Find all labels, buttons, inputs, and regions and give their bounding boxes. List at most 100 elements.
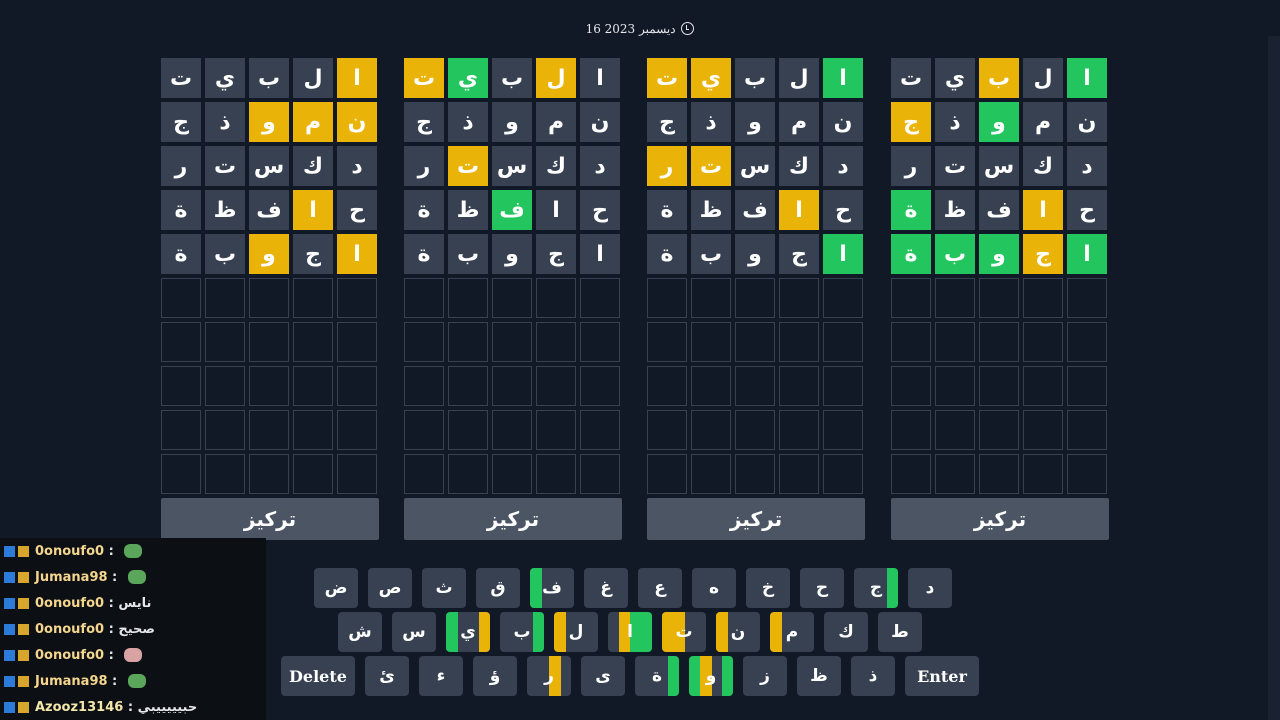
letter-key[interactable]: ا bbox=[608, 612, 652, 652]
tile: ب bbox=[492, 58, 532, 98]
focus-button[interactable]: تركيز bbox=[161, 498, 379, 540]
tile: ب bbox=[448, 234, 488, 274]
empty-tile bbox=[823, 410, 863, 450]
empty-tile bbox=[691, 454, 731, 494]
tile: ح bbox=[823, 190, 863, 230]
empty-tile bbox=[935, 454, 975, 494]
empty-tile bbox=[337, 322, 377, 362]
key-label: ز bbox=[760, 666, 770, 686]
chat-username[interactable]: Azooz13146 bbox=[35, 700, 123, 715]
letter-key[interactable]: ي bbox=[446, 612, 490, 652]
letter-key[interactable]: ح bbox=[800, 568, 844, 608]
letter-key[interactable]: ئ bbox=[365, 656, 409, 696]
tile: ة bbox=[891, 234, 931, 274]
empty-tile bbox=[492, 454, 532, 494]
tile: ا bbox=[580, 58, 620, 98]
empty-tile bbox=[647, 454, 687, 494]
letter-key[interactable]: ش bbox=[338, 612, 382, 652]
letter-key[interactable]: ق bbox=[476, 568, 520, 608]
tile: ح bbox=[1067, 190, 1107, 230]
chat-username[interactable]: 0onoufo0 bbox=[35, 544, 104, 559]
tile: ا bbox=[1067, 234, 1107, 274]
focus-button[interactable]: تركيز bbox=[891, 498, 1109, 540]
tile: س bbox=[735, 146, 775, 186]
key-label: ت bbox=[675, 622, 693, 642]
letter-key[interactable]: ظ bbox=[797, 656, 841, 696]
letter-key[interactable]: د bbox=[908, 568, 952, 608]
board-status-marker bbox=[668, 656, 679, 696]
empty-tile bbox=[735, 366, 775, 406]
tile: ي bbox=[448, 58, 488, 98]
letter-key[interactable]: خ bbox=[746, 568, 790, 608]
letter-key[interactable]: ء bbox=[419, 656, 463, 696]
empty-tile bbox=[404, 366, 444, 406]
tile: و bbox=[492, 234, 532, 274]
letter-key[interactable]: ث bbox=[422, 568, 466, 608]
chat-username[interactable]: Jumana98 bbox=[35, 570, 108, 585]
page-scrollbar[interactable] bbox=[1268, 36, 1280, 720]
chat-overlay: 0onoufo0 : Jumana98 : 0onoufo0 : نايس 0on… bbox=[0, 538, 266, 720]
letter-key[interactable]: غ bbox=[584, 568, 628, 608]
empty-tile bbox=[1023, 322, 1063, 362]
sub-badge-icon bbox=[18, 597, 29, 609]
letter-key[interactable]: ك bbox=[824, 612, 868, 652]
key-label: ح bbox=[815, 578, 829, 598]
chat-message: 0onoufo0 : bbox=[0, 538, 266, 564]
enter-key[interactable]: Enter bbox=[905, 656, 979, 696]
letter-key[interactable]: ب bbox=[500, 612, 544, 652]
letter-key[interactable]: م bbox=[770, 612, 814, 652]
empty-tile bbox=[647, 322, 687, 362]
empty-tile bbox=[823, 366, 863, 406]
empty-tile bbox=[249, 322, 289, 362]
chat-username[interactable]: 0onoufo0 bbox=[35, 622, 104, 637]
focus-button[interactable]: تركيز bbox=[647, 498, 865, 540]
letter-key[interactable]: ن bbox=[716, 612, 760, 652]
letter-key[interactable]: ف bbox=[530, 568, 574, 608]
letter-key[interactable]: س bbox=[392, 612, 436, 652]
letter-key[interactable]: ص bbox=[368, 568, 412, 608]
key-label: س bbox=[402, 622, 426, 642]
letter-key[interactable]: ع bbox=[638, 568, 682, 608]
chat-username[interactable]: 0onoufo0 bbox=[35, 596, 104, 611]
letter-key[interactable]: ه bbox=[692, 568, 736, 608]
chat-message: 0onoufo0 : نايس bbox=[0, 590, 266, 616]
key-label: ا bbox=[627, 622, 633, 642]
prime-badge-icon bbox=[4, 545, 15, 557]
empty-tile bbox=[249, 278, 289, 318]
empty-tile bbox=[823, 322, 863, 362]
focus-button[interactable]: تركيز bbox=[404, 498, 622, 540]
letter-key[interactable]: ط bbox=[878, 612, 922, 652]
letter-key[interactable]: ؤ bbox=[473, 656, 517, 696]
letter-key[interactable]: ل bbox=[554, 612, 598, 652]
letter-key[interactable]: ض bbox=[314, 568, 358, 608]
empty-tile bbox=[735, 454, 775, 494]
key-label: ث bbox=[435, 578, 453, 598]
chat-username[interactable]: Jumana98 bbox=[35, 674, 108, 689]
key-label: ظ bbox=[810, 666, 828, 686]
letter-key[interactable]: ر bbox=[527, 656, 571, 696]
chat-text: حبيييييبي bbox=[137, 699, 198, 715]
delete-key[interactable]: Delete bbox=[281, 656, 355, 696]
emote-icon bbox=[124, 648, 143, 662]
sub-badge-icon bbox=[18, 701, 29, 713]
tile: ا bbox=[337, 58, 377, 98]
letter-key[interactable]: ة bbox=[635, 656, 679, 696]
empty-tile bbox=[492, 410, 532, 450]
letter-key[interactable]: ى bbox=[581, 656, 625, 696]
date-header: 16 ديسمبر 2023 bbox=[0, 22, 1280, 36]
chat-username[interactable]: 0onoufo0 bbox=[35, 648, 104, 663]
empty-tile bbox=[691, 322, 731, 362]
letter-key[interactable]: ج bbox=[854, 568, 898, 608]
letter-key[interactable]: ز bbox=[743, 656, 787, 696]
tile: ة bbox=[404, 190, 444, 230]
empty-tile bbox=[935, 410, 975, 450]
empty-tile bbox=[979, 454, 1019, 494]
tile: و bbox=[492, 102, 532, 142]
key-label: خ bbox=[761, 578, 775, 598]
letter-key[interactable]: ذ bbox=[851, 656, 895, 696]
board-status-marker bbox=[887, 568, 898, 608]
letter-key[interactable]: و bbox=[689, 656, 733, 696]
empty-tile bbox=[337, 454, 377, 494]
letter-key[interactable]: ت bbox=[662, 612, 706, 652]
tile: ب bbox=[735, 58, 775, 98]
